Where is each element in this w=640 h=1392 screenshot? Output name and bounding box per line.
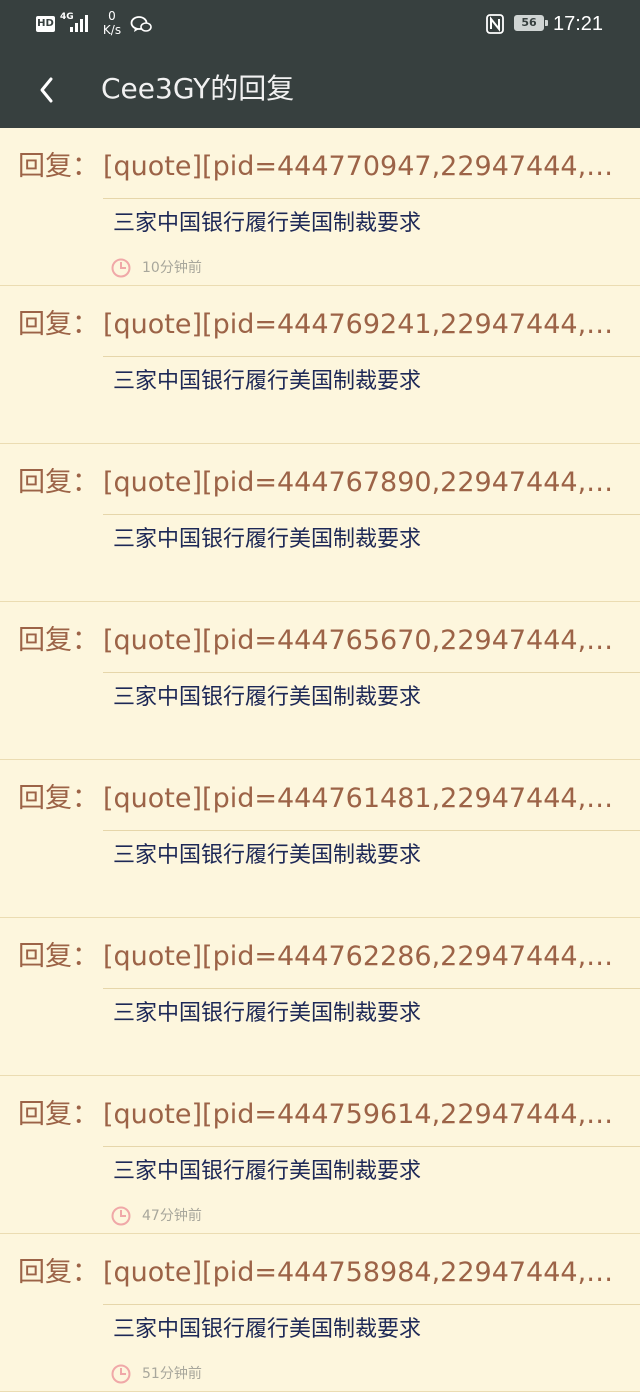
reply-topic-title[interactable]: 三家中国银行履行美国制裁要求 [113, 524, 421, 556]
reply-item[interactable]: 回复：[quote][pid=444762286,22947444,12]Rep… [0, 918, 640, 1076]
battery-tip [545, 20, 548, 26]
reply-quote: [quote][pid=444761481,22947444,12]Reply [103, 783, 615, 814]
status-bar: HD 4G 0 K/s 56 17:21 [0, 0, 640, 50]
reply-prefix: 回复： [18, 151, 99, 182]
reply-item[interactable]: 回复：[quote][pid=444769241,22947444,14]Rep… [0, 286, 640, 444]
reply-topic-title[interactable]: 三家中国银行履行美国制裁要求 [113, 840, 421, 872]
battery-icon: 56 [514, 15, 544, 31]
reply-item[interactable]: 回复：[quote][pid=444767890,22947444,14]Rep… [0, 444, 640, 602]
reply-quote: [quote][pid=444767890,22947444,14]Reply [103, 467, 615, 498]
signal-icon [70, 14, 92, 32]
arrow-back-icon[interactable] [20, 64, 72, 116]
reply-time-label: 51分钟前 [142, 1366, 202, 1382]
reply-quote: [quote][pid=444765670,22947444,13]Reply [103, 625, 615, 656]
page-title: Cee3GY的回复 [101, 72, 295, 105]
reply-prefix: 回复： [18, 625, 99, 656]
reply-topic-title[interactable]: 三家中国银行履行美国制裁要求 [113, 1156, 421, 1188]
clock-icon [111, 1364, 131, 1384]
reply-prefix: 回复： [18, 309, 99, 340]
clock-time: 17:21 [553, 13, 604, 35]
wechat-icon [130, 16, 152, 32]
reply-prefix: 回复： [18, 1099, 99, 1130]
nfc-icon [486, 14, 504, 34]
reply-topic-title[interactable]: 三家中国银行履行美国制裁要求 [113, 208, 421, 240]
reply-item[interactable]: 回复：[quote][pid=444761481,22947444,12]Rep… [0, 760, 640, 918]
reply-prefix: 回复： [18, 941, 99, 972]
reply-quote: [quote][pid=444769241,22947444,14]Reply [103, 309, 615, 340]
reply-quote: [quote][pid=444770947,22947444,15]Reply [103, 151, 615, 182]
reply-topic-title[interactable]: 三家中国银行履行美国制裁要求 [113, 682, 421, 714]
reply-item[interactable]: 回复：[quote][pid=444770947,22947444,15]Rep… [0, 128, 640, 286]
reply-item[interactable]: 回复：[quote][pid=444759614,22947444,10]Rep… [0, 1076, 640, 1234]
reply-quote: [quote][pid=444759614,22947444,10]Reply [103, 1099, 615, 1130]
reply-divider [103, 988, 640, 989]
network-speed-unit: K/s [102, 23, 122, 37]
toolbar: Cee3GY的回复 [0, 50, 640, 128]
reply-time-label: 10分钟前 [142, 260, 202, 276]
network-speed-value: 0 [108, 9, 116, 23]
reply-prefix: 回复： [18, 1257, 99, 1288]
reply-topic-title[interactable]: 三家中国银行履行美国制裁要求 [113, 366, 421, 398]
reply-quote: [quote][pid=444758984,22947444,10]Reply [103, 1257, 615, 1288]
reply-item[interactable]: 回复：[quote][pid=444758984,22947444,10]Rep… [0, 1234, 640, 1392]
clock-icon [111, 258, 131, 278]
reply-prefix: 回复： [18, 783, 99, 814]
network-speed: 0 K/s [100, 9, 124, 37]
reply-divider [103, 1146, 640, 1147]
reply-divider [103, 1304, 640, 1305]
reply-time-label: 47分钟前 [142, 1208, 202, 1224]
reply-divider [103, 356, 640, 357]
reply-topic-title[interactable]: 三家中国银行履行美国制裁要求 [113, 1314, 421, 1346]
hd-badge: HD [36, 16, 55, 32]
reply-item[interactable]: 回复：[quote][pid=444765670,22947444,13]Rep… [0, 602, 640, 760]
reply-quote: [quote][pid=444762286,22947444,12]Reply [103, 941, 615, 972]
clock-icon [111, 1206, 131, 1226]
reply-divider [103, 672, 640, 673]
reply-prefix: 回复： [18, 467, 99, 498]
reply-divider [103, 198, 640, 199]
reply-topic-title[interactable]: 三家中国银行履行美国制裁要求 [113, 998, 421, 1030]
reply-divider [103, 830, 640, 831]
reply-divider [103, 514, 640, 515]
